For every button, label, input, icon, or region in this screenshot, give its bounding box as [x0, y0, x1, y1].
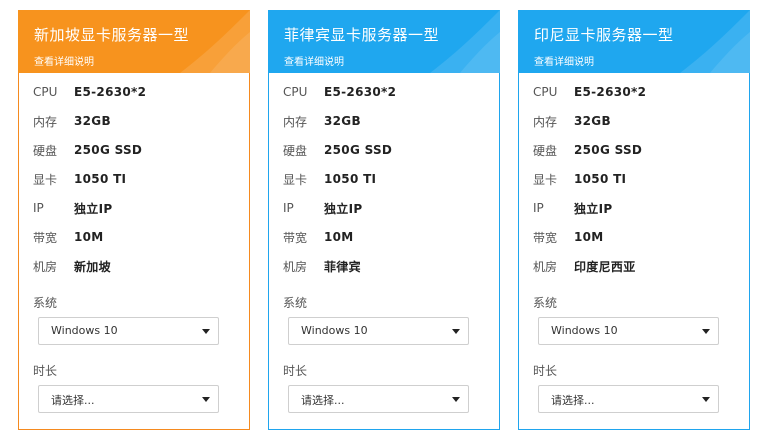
card-title: 印尼显卡服务器一型 — [534, 26, 674, 44]
caret-down-icon — [202, 329, 210, 334]
spec-row: 机房 印度尼西亚 — [533, 257, 636, 275]
spec-key: IP — [33, 201, 44, 215]
spec-key: 显卡 — [283, 172, 308, 187]
spec-value: 1050 TI — [74, 172, 127, 186]
spec-key: 内存 — [283, 114, 308, 129]
card-header: 菲律宾显卡服务器一型 查看详细说明 — [268, 10, 500, 73]
spec-value: 独立IP — [74, 201, 113, 216]
spec-row: 硬盘 250G SSD — [283, 141, 392, 159]
spec-key: 硬盘 — [283, 143, 308, 158]
spec-row: 显卡 1050 TI — [533, 170, 626, 188]
spec-row: 机房 新加坡 — [33, 257, 111, 275]
duration-select[interactable]: 请选择... — [538, 385, 719, 413]
spec-row: 显卡 1050 TI — [283, 170, 376, 188]
spec-row: 硬盘 250G SSD — [33, 141, 142, 159]
system-select[interactable]: Windows 10 — [288, 317, 469, 345]
duration-select-value: 请选择... — [51, 394, 95, 407]
system-select[interactable]: Windows 10 — [538, 317, 719, 345]
spec-value: 1050 TI — [324, 172, 377, 186]
spec-value: 10M — [324, 230, 354, 244]
spec-key: CPU — [533, 85, 558, 99]
duration-label: 时长 — [283, 364, 308, 378]
spec-row: IP 独立IP — [33, 199, 112, 217]
spec-value: 1050 TI — [574, 172, 627, 186]
spec-value: 32GB — [574, 114, 611, 128]
spec-key: CPU — [283, 85, 308, 99]
spec-key: 显卡 — [33, 172, 58, 187]
spec-key: IP — [283, 201, 294, 215]
spec-key: 内存 — [33, 114, 58, 129]
spec-value: E5-2630*2 — [574, 85, 647, 99]
system-label: 系统 — [283, 296, 308, 310]
spec-key: 内存 — [533, 114, 558, 129]
spec-key: IP — [533, 201, 544, 215]
caret-down-icon — [452, 329, 460, 334]
duration-select-value: 请选择... — [301, 394, 345, 407]
duration-select[interactable]: 请选择... — [288, 385, 469, 413]
spec-row: 带宽 10M — [533, 228, 604, 246]
detail-link[interactable]: 查看详细说明 — [534, 53, 594, 68]
spec-key: 机房 — [33, 259, 58, 274]
spec-key: 带宽 — [33, 230, 58, 245]
spec-row: 硬盘 250G SSD — [533, 141, 642, 159]
spec-value: E5-2630*2 — [74, 85, 147, 99]
system-select-value: Windows 10 — [51, 324, 118, 337]
duration-select-value: 请选择... — [551, 394, 595, 407]
server-card-philippines: 菲律宾显卡服务器一型 查看详细说明 CPU E5-2630*2 内存 32GB 硬盘… — [268, 10, 500, 430]
spec-key: 带宽 — [283, 230, 308, 245]
duration-label: 时长 — [33, 364, 58, 378]
spec-value: 10M — [574, 230, 604, 244]
detail-link[interactable]: 查看详细说明 — [284, 53, 344, 68]
spec-row: 带宽 10M — [283, 228, 354, 246]
system-select-value: Windows 10 — [551, 324, 618, 337]
spec-value: 菲律宾 — [324, 259, 361, 274]
card-title: 菲律宾显卡服务器一型 — [284, 26, 440, 44]
spec-row: 机房 菲律宾 — [283, 257, 361, 275]
caret-down-icon — [702, 329, 710, 334]
server-card-indonesia: 印尼显卡服务器一型 查看详细说明 CPU E5-2630*2 内存 32GB 硬盘 2… — [518, 10, 750, 430]
detail-link[interactable]: 查看详细说明 — [34, 53, 94, 68]
system-label: 系统 — [533, 296, 558, 310]
spec-key: 显卡 — [533, 172, 558, 187]
system-label: 系统 — [33, 296, 58, 310]
spec-row: CPU E5-2630*2 — [533, 83, 646, 101]
spec-value: 250G SSD — [574, 143, 643, 157]
spec-value: 独立IP — [324, 201, 363, 216]
spec-value: 印度尼西亚 — [574, 259, 636, 274]
spec-key: 机房 — [283, 259, 308, 274]
spec-value: 10M — [74, 230, 104, 244]
spec-row: CPU E5-2630*2 — [33, 83, 146, 101]
spec-value: 新加坡 — [74, 259, 111, 274]
spec-value: 32GB — [324, 114, 361, 128]
spec-value: 32GB — [74, 114, 111, 128]
spec-row: 内存 32GB — [533, 112, 611, 130]
spec-value: E5-2630*2 — [324, 85, 397, 99]
spec-row: 带宽 10M — [33, 228, 104, 246]
spec-key: CPU — [33, 85, 58, 99]
card-header: 新加坡显卡服务器一型 查看详细说明 — [18, 10, 250, 73]
spec-value: 250G SSD — [74, 143, 143, 157]
spec-row: IP 独立IP — [283, 199, 362, 217]
spec-row: CPU E5-2630*2 — [283, 83, 396, 101]
system-select-value: Windows 10 — [301, 324, 368, 337]
spec-key: 硬盘 — [533, 143, 558, 158]
spec-value: 250G SSD — [324, 143, 393, 157]
spec-key: 带宽 — [533, 230, 558, 245]
duration-select[interactable]: 请选择... — [38, 385, 219, 413]
spec-row: 显卡 1050 TI — [33, 170, 126, 188]
spec-row: IP 独立IP — [533, 199, 612, 217]
server-card-singapore: 新加坡显卡服务器一型 查看详细说明 CPU E5-2630*2 内存 32GB 硬盘… — [18, 10, 250, 430]
spec-row: 内存 32GB — [283, 112, 361, 130]
system-select[interactable]: Windows 10 — [38, 317, 219, 345]
duration-label: 时长 — [533, 364, 558, 378]
card-title: 新加坡显卡服务器一型 — [34, 26, 190, 44]
card-header: 印尼显卡服务器一型 查看详细说明 — [518, 10, 750, 73]
spec-key: 机房 — [533, 259, 558, 274]
spec-key: 硬盘 — [33, 143, 58, 158]
spec-value: 独立IP — [574, 201, 613, 216]
spec-row: 内存 32GB — [33, 112, 111, 130]
